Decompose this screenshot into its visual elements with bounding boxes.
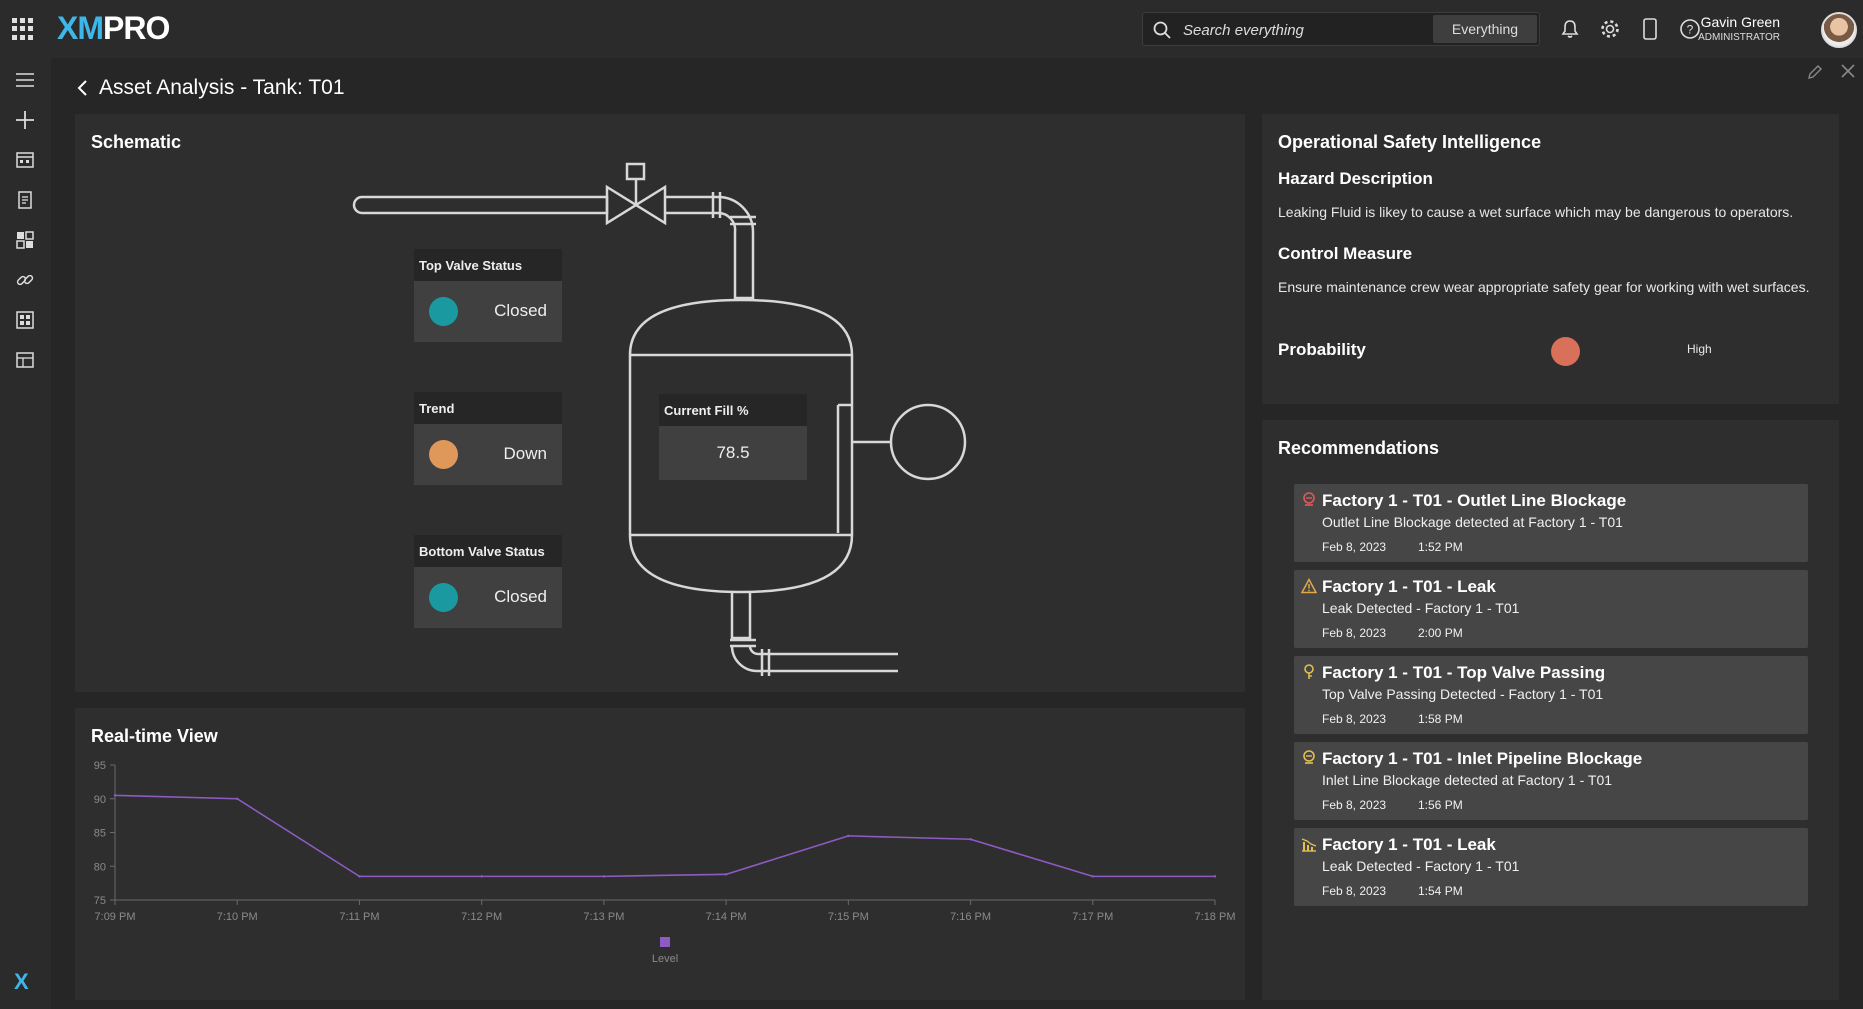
x-tick-label: 7:17 PM: [1072, 911, 1113, 923]
trend-indicator: [429, 440, 458, 469]
top-valve-status-card: Top Valve Status Closed: [414, 249, 562, 342]
legend-swatch: [660, 937, 670, 947]
bottom-valve-value: Closed: [494, 587, 547, 606]
safety-panel: Operational Safety Intelligence Hazard D…: [1262, 114, 1839, 404]
recommendation-card[interactable]: Factory 1 - T01 - Outlet Line Blockage O…: [1294, 484, 1808, 562]
x-tick-label: 7:18 PM: [1195, 911, 1236, 923]
recommendation-card[interactable]: Factory 1 - T01 - Top Valve Passing Top …: [1294, 656, 1808, 734]
control-text: Ensure maintenance crew wear appropriate…: [1278, 279, 1810, 295]
blockage-icon: [1303, 750, 1315, 764]
recommendation-date: Feb 8, 2023: [1322, 712, 1387, 726]
control-heading: Control Measure: [1278, 244, 1413, 263]
y-tick-label: 90: [94, 794, 106, 806]
current-fill-value: 78.5: [659, 426, 807, 480]
trend-label: Trend: [414, 392, 562, 424]
x-tick-label: 7:12 PM: [461, 911, 502, 923]
data-point: [1213, 875, 1217, 878]
x-tick-label: 7:13 PM: [583, 911, 624, 923]
data-point: [724, 873, 728, 876]
hazard-heading: Hazard Description: [1278, 169, 1433, 188]
recommendation-desc: Outlet Line Blockage detected at Factory…: [1322, 514, 1623, 530]
data-point: [602, 875, 606, 878]
warning-icon: [1301, 578, 1317, 594]
data-point: [113, 794, 117, 797]
realtime-chart: 75 80 85 90 95 7:09 PM 7:10 PM 7:11 PM 7:12 PM 7:…: [94, 760, 1236, 965]
recommendation-title: Factory 1 - T01 - Leak: [1322, 577, 1496, 596]
data-point: [358, 875, 361, 878]
y-tick-label: 75: [94, 895, 106, 907]
recommendation-time: 1:54 PM: [1418, 884, 1463, 898]
y-tick-label: 80: [94, 861, 106, 873]
recommendation-time: 2:00 PM: [1418, 626, 1463, 640]
data-point: [1091, 875, 1094, 878]
probability-value: High: [1687, 342, 1712, 356]
probability-indicator: [1551, 337, 1580, 366]
bottom-valve-status-label: Bottom Valve Status: [414, 535, 562, 567]
recommendation-card[interactable]: Factory 1 - T01 - Leak Leak Detected - F…: [1294, 828, 1808, 906]
data-point: [480, 875, 483, 878]
recommendation-date: Feb 8, 2023: [1322, 798, 1387, 812]
recommendation-time: 1:58 PM: [1418, 712, 1463, 726]
recommendation-date: Feb 8, 2023: [1322, 626, 1387, 640]
series-line-level: [114, 794, 1215, 878]
data-point: [969, 838, 972, 841]
data-point: [847, 834, 850, 838]
recommendation-title: Factory 1 - T01 - Top Valve Passing: [1322, 663, 1606, 682]
trend-card: Trend Down: [414, 392, 562, 485]
recommendation-date: Feb 8, 2023: [1322, 884, 1387, 898]
bottom-valve-indicator: [429, 583, 458, 612]
recommendation-title: Factory 1 - T01 - Leak: [1322, 835, 1496, 854]
legend-label: Level: [652, 953, 678, 965]
x-tick-label: 7:15 PM: [828, 911, 869, 923]
recommendation-card[interactable]: Factory 1 - T01 - Leak Leak Detected - F…: [1294, 570, 1808, 648]
trend-value: Down: [503, 444, 547, 463]
current-fill-card: Current Fill % 78.5: [659, 394, 807, 480]
bottom-valve-status-card: Bottom Valve Status Closed: [414, 535, 562, 628]
recommendation-desc: Leak Detected - Factory 1 - T01: [1322, 858, 1520, 874]
x-tick-label: 7:10 PM: [217, 911, 258, 923]
recommendations-title: Recommendations: [1278, 438, 1440, 458]
hazard-text: Leaking Fluid is likey to cause a wet su…: [1278, 204, 1794, 220]
recommendation-desc: Leak Detected - Factory 1 - T01: [1322, 600, 1520, 616]
recommendation-desc: Top Valve Passing Detected - Factory 1 -…: [1322, 686, 1604, 702]
recommendation-title: Factory 1 - T01 - Outlet Line Blockage: [1322, 491, 1627, 510]
y-tick-label: 95: [94, 760, 106, 772]
top-valve-status-label: Top Valve Status: [414, 249, 562, 281]
recommendation-date: Feb 8, 2023: [1322, 540, 1387, 554]
top-valve-value: Closed: [494, 301, 547, 320]
x-tick-label: 7:16 PM: [950, 911, 991, 923]
recommendation-card[interactable]: Factory 1 - T01 - Inlet Pipeline Blockag…: [1294, 742, 1808, 820]
y-tick-label: 85: [94, 828, 106, 840]
valve-icon: [1304, 664, 1314, 679]
recommendation-title: Factory 1 - T01 - Inlet Pipeline Blockag…: [1322, 749, 1643, 768]
data-point: [236, 797, 239, 800]
probability-label: Probability: [1278, 340, 1366, 359]
blockage-icon: [1303, 492, 1315, 506]
x-tick-label: 7:11 PM: [339, 911, 379, 923]
safety-title: Operational Safety Intelligence: [1278, 132, 1542, 152]
top-valve-indicator: [429, 297, 458, 326]
current-fill-label: Current Fill %: [659, 394, 807, 426]
recommendation-desc: Inlet Line Blockage detected at Factory …: [1322, 772, 1613, 788]
recommendation-time: 1:56 PM: [1418, 798, 1463, 812]
x-tick-label: 7:09 PM: [95, 911, 136, 923]
realtime-title: Real-time View: [91, 726, 218, 746]
x-tick-label: 7:14 PM: [706, 911, 747, 923]
recommendation-time: 1:52 PM: [1418, 540, 1463, 554]
trend-chart-icon: [1301, 838, 1317, 852]
